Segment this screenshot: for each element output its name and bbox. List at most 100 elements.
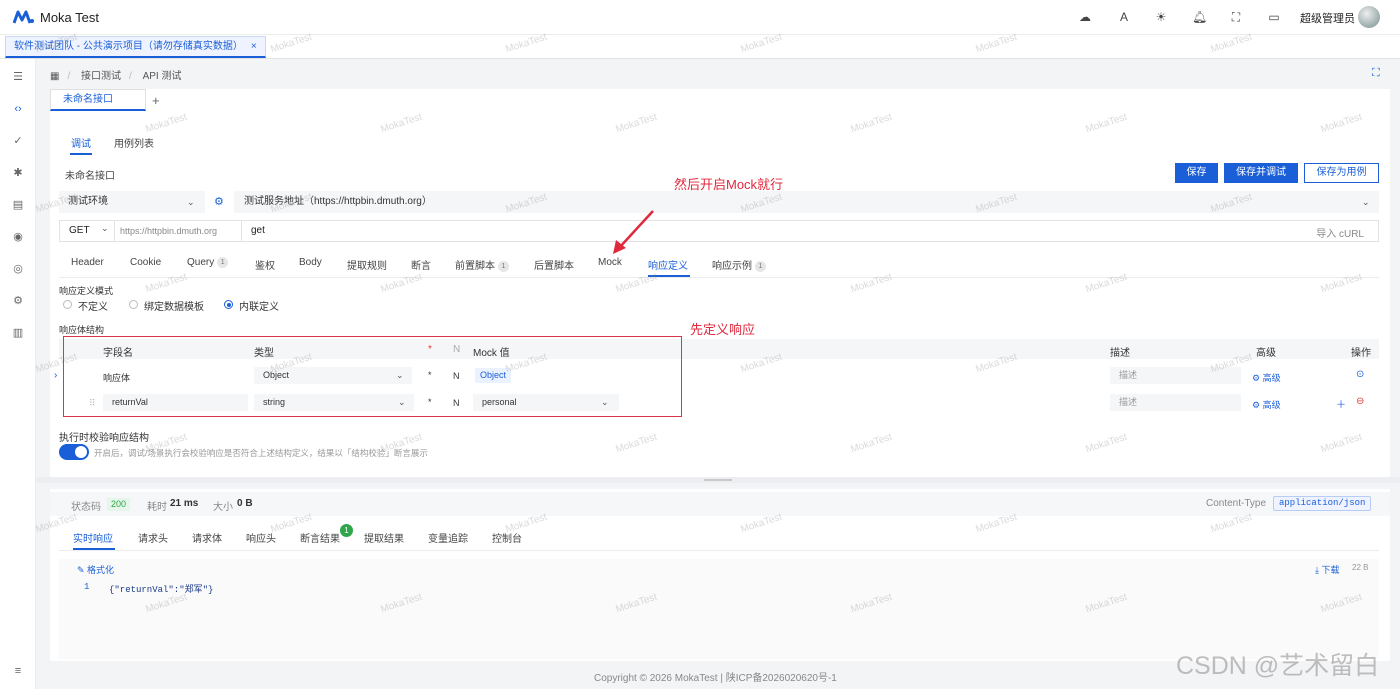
tab-extract-results[interactable]: 提取结果: [364, 530, 404, 545]
save-button[interactable]: 保存: [1175, 163, 1218, 183]
add-tab-button[interactable]: +: [152, 93, 160, 108]
advanced-link[interactable]: ⚙ 高级: [1252, 398, 1281, 411]
url-path-input[interactable]: get: [251, 225, 265, 236]
translate-icon[interactable]: A: [1117, 10, 1131, 24]
import-curl-button[interactable]: 导入 cURL: [1316, 225, 1364, 240]
col-desc: 描述: [1110, 348, 1130, 359]
radio-inline[interactable]: [224, 300, 233, 309]
tab-request-body[interactable]: 请求体: [192, 530, 222, 545]
tab-query[interactable]: Query 1: [187, 257, 229, 268]
base-url: https://httpbin.dmuth.org: [120, 226, 218, 236]
env-settings-icon[interactable]: ⚙: [214, 195, 224, 208]
close-icon[interactable]: ×: [251, 41, 257, 52]
cloud-icon[interactable]: ☁: [1078, 10, 1092, 24]
username[interactable]: 超级管理员: [1300, 10, 1355, 26]
status-label: 状态码: [71, 502, 101, 513]
bug-icon[interactable]: ✱: [11, 166, 25, 180]
time-label: 耗时: [147, 502, 167, 513]
bell-icon[interactable]: 🔔︎: [1192, 10, 1207, 24]
save-and-debug-button[interactable]: 保存并调试: [1224, 163, 1298, 183]
response-body-text: {"returnVal":"郑军"}: [109, 585, 214, 595]
radio-template[interactable]: [129, 300, 138, 309]
tab-variable-trace[interactable]: 变量追踪: [428, 530, 468, 545]
splitter-grip[interactable]: [704, 479, 732, 481]
tab-post-script[interactable]: 后置脚本: [534, 257, 574, 272]
tab-cookie[interactable]: Cookie: [130, 257, 161, 268]
content-type-badge: application/json: [1273, 496, 1372, 511]
active-tab-indicator: [73, 548, 115, 550]
list-icon[interactable]: ☰: [11, 70, 25, 84]
struct-label: 响应体结构: [59, 325, 105, 335]
users-icon[interactable]: ◎: [11, 262, 25, 276]
grid-icon[interactable]: ▦: [50, 71, 59, 82]
expand-row-icon[interactable]: ›: [54, 370, 57, 381]
download-button[interactable]: ⤓ 下载: [1315, 563, 1340, 576]
csdn-watermark: CSDN @艺术留白: [1176, 652, 1380, 680]
tab-response-example[interactable]: 响应示例 1: [712, 257, 766, 272]
response-body-viewer[interactable]: [59, 559, 1379, 659]
tab-live-response[interactable]: 实时响应: [73, 530, 113, 545]
advanced-link[interactable]: ⚙ 高级: [1252, 371, 1281, 384]
expand-icon[interactable]: ⛶: [1372, 67, 1380, 80]
line-number: 1: [84, 582, 90, 592]
validate-toggle[interactable]: [59, 444, 89, 460]
radio-none[interactable]: [63, 300, 72, 309]
col-ops: 操作: [1351, 348, 1371, 359]
doc-tab[interactable]: 未命名接口: [50, 89, 146, 111]
radio-inline-label[interactable]: 内联定义: [239, 298, 279, 313]
gear-icon[interactable]: ⚙: [11, 294, 25, 308]
book-icon[interactable]: ▥: [11, 326, 25, 340]
tab-mock[interactable]: Mock: [598, 257, 622, 268]
add-row-icon[interactable]: ＋: [1336, 396, 1346, 411]
tab-case-list[interactable]: 用例列表: [114, 135, 154, 150]
tab-assertions[interactable]: 断言: [411, 257, 431, 272]
delete-row-icon[interactable]: ⊖: [1356, 396, 1364, 407]
code-icon[interactable]: ‹›: [11, 102, 25, 116]
tab-assert-results[interactable]: 断言结果: [300, 530, 340, 545]
tab-response-def[interactable]: 响应定义: [648, 257, 688, 272]
tab-body[interactable]: Body: [299, 257, 322, 268]
breadcrumb-item[interactable]: 接口测试: [81, 71, 121, 82]
add-child-icon[interactable]: ⊙: [1356, 369, 1364, 380]
video-icon[interactable]: ▭: [1267, 10, 1281, 24]
content-type-label: Content-Type: [1206, 498, 1267, 509]
divider: [114, 221, 115, 241]
radio-none-label[interactable]: 不定义: [78, 298, 108, 313]
main-panel: [50, 89, 1390, 479]
radio-template-label[interactable]: 绑定数据模板: [144, 298, 204, 313]
tab-divider: [59, 277, 1379, 278]
divider: [241, 221, 242, 241]
moka-logo-icon: [13, 10, 34, 24]
server-select[interactable]: 测试服务地址（https://httpbin.dmuth.org） ⌄: [234, 191, 1379, 213]
tab-extract-rules[interactable]: 提取规则: [347, 257, 387, 272]
fullscreen-icon[interactable]: ⛶: [1229, 10, 1243, 24]
chevron-down-icon[interactable]: ⌄: [101, 223, 109, 234]
format-button[interactable]: ✎ 格式化: [77, 563, 114, 576]
body-size: 22 B: [1352, 563, 1369, 572]
method-select[interactable]: GET: [69, 225, 90, 236]
user-icon[interactable]: ◉: [11, 230, 25, 244]
breadcrumb-current: API 测试: [142, 71, 182, 82]
save-as-case-button[interactable]: 保存为用例: [1304, 163, 1379, 183]
api-name[interactable]: 未命名接口: [65, 167, 115, 182]
mode-label: 响应定义模式: [59, 286, 114, 296]
validate-label: 执行时校验响应结构: [59, 433, 149, 444]
desc-input[interactable]: 描述: [1110, 394, 1241, 411]
tab-auth[interactable]: 鉴权: [255, 257, 275, 272]
validate-hint: 开启后，调试/场景执行会校验响应是否符合上述结构定义，结果以「结构校验」断言展示: [94, 448, 428, 458]
tab-debug[interactable]: 调试: [71, 135, 91, 150]
tab-divider: [59, 550, 1379, 551]
advanced-link-label: 高级: [1262, 373, 1281, 383]
tab-pre-script[interactable]: 前置脚本 1: [455, 257, 509, 272]
report-icon[interactable]: ▤: [11, 198, 25, 212]
env-select[interactable]: 测试环境 ⌄: [59, 191, 205, 213]
collapse-menu-icon[interactable]: ≡: [11, 664, 25, 678]
col-advanced: 高级: [1256, 348, 1276, 359]
avatar[interactable]: [1358, 6, 1380, 28]
theme-sun-icon[interactable]: ☀: [1154, 10, 1168, 24]
tab-request-headers[interactable]: 请求头: [138, 530, 168, 545]
breadcrumb: ▦ / 接口测试 / API 测试: [50, 71, 182, 82]
tab-header[interactable]: Header: [71, 257, 104, 268]
check-circle-icon[interactable]: ✓: [11, 134, 25, 148]
time-value: 21 ms: [170, 498, 199, 509]
